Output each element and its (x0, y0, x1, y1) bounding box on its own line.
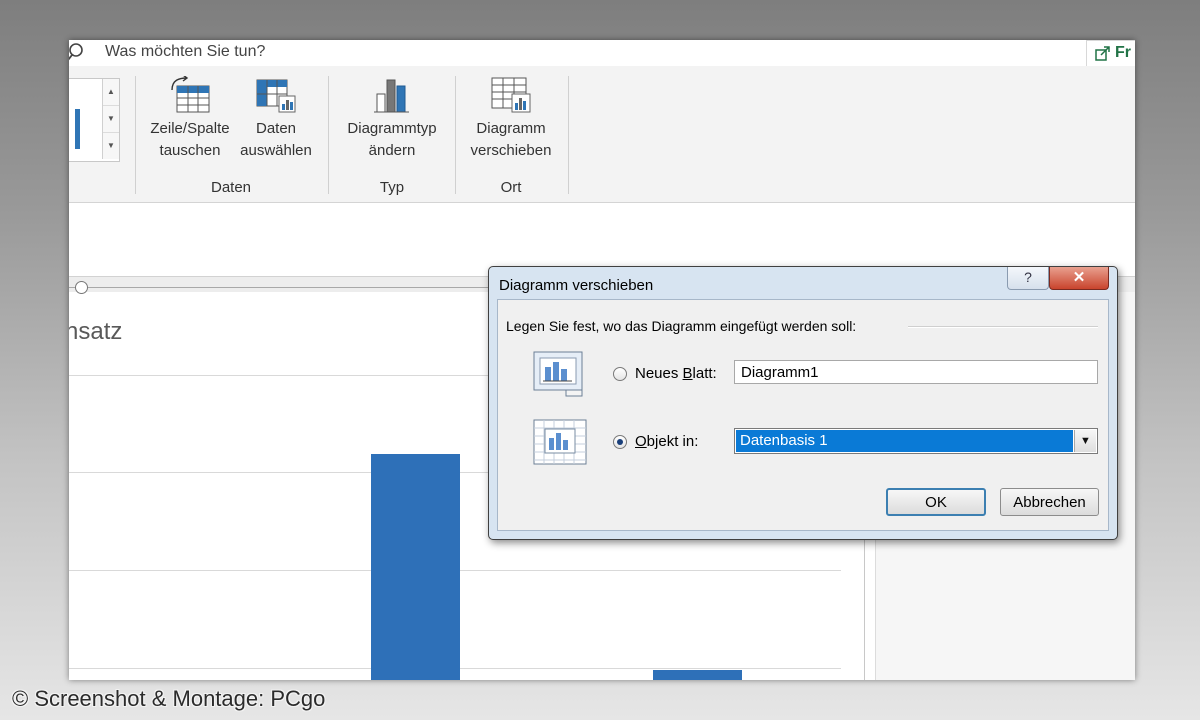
gallery-up-icon[interactable]: ▲ (103, 79, 119, 106)
object-in-selected-value: Datenbasis 1 (736, 430, 1073, 452)
copyright-watermark: © Screenshot & Montage: PCgo (12, 686, 326, 711)
switch-row-column-label-2: tauschen (159, 142, 221, 159)
group-label-type: Typ (379, 179, 405, 196)
ribbon-separator (568, 76, 569, 194)
gallery-down-icon[interactable]: ▼ (103, 106, 119, 133)
new-sheet-radio[interactable] (613, 367, 627, 381)
tell-me-input[interactable]: Was möchten Sie tun? (105, 43, 265, 61)
chart-bar[interactable] (653, 670, 742, 680)
chart-title[interactable]: nsatz (69, 318, 122, 346)
change-chart-type-icon (374, 79, 409, 113)
select-data-icon (256, 79, 296, 113)
select-data-button[interactable]: Daten auswählen (235, 76, 317, 162)
object-in-label: Objekt in: (635, 433, 699, 450)
switch-row-column-icon (171, 76, 210, 113)
move-chart-button[interactable]: Diagramm verschieben (461, 76, 561, 162)
new-sheet-name-input[interactable]: Diagramm1 (734, 360, 1098, 384)
close-button[interactable]: ✕ (1049, 267, 1109, 290)
ribbon: ▲ ▼ ▼ Zeile/Spalte tauschen Daten auswäh… (69, 66, 1135, 203)
embedded-object-icon (533, 419, 587, 465)
separator (908, 326, 1098, 328)
style-preview (75, 109, 80, 149)
ribbon-separator (135, 76, 136, 194)
tell-me-bar[interactable]: Was möchten Sie tun? Fr (69, 40, 1135, 68)
dialog-title: Diagramm verschieben (499, 277, 654, 294)
chart-styles-gallery[interactable]: ▲ ▼ ▼ (69, 78, 120, 162)
resize-handle[interactable] (75, 281, 88, 294)
change-chart-type-label-1: Diagrammtyp (347, 120, 437, 137)
search-icon (69, 43, 83, 61)
change-chart-type-button[interactable]: Diagrammtyp ändern (335, 76, 449, 162)
object-in-dropdown[interactable]: Datenbasis 1 ▼ (734, 428, 1098, 454)
move-chart-label-1: Diagramm (476, 120, 546, 137)
share-label: Fr (1115, 44, 1131, 61)
ok-button[interactable]: OK (886, 488, 986, 516)
new-sheet-icon (533, 351, 583, 397)
new-sheet-label: Neues Blatt: (635, 365, 717, 382)
move-chart-label-2: verschieben (470, 142, 552, 159)
share-button[interactable]: Fr (1086, 40, 1135, 68)
dialog-prompt: Legen Sie fest, wo das Diagramm eingefüg… (506, 318, 857, 334)
gallery-more-icon[interactable]: ▼ (103, 133, 119, 159)
chart-bar[interactable] (371, 454, 460, 680)
ribbon-separator (455, 76, 456, 194)
gallery-scroll[interactable]: ▲ ▼ ▼ (102, 79, 119, 159)
ribbon-separator (328, 76, 329, 194)
group-label-data: Daten (210, 179, 252, 196)
dialog-body: Legen Sie fest, wo das Diagramm eingefüg… (497, 299, 1109, 531)
object-in-radio[interactable] (613, 435, 627, 449)
change-chart-type-label-2: ändern (368, 142, 416, 159)
cancel-button[interactable]: Abbrechen (1000, 488, 1099, 516)
help-button[interactable]: ? (1007, 267, 1049, 290)
select-data-label-1: Daten (255, 120, 297, 137)
switch-row-column-label-1: Zeile/Spalte (150, 120, 230, 137)
move-chart-icon (491, 77, 531, 113)
dropdown-arrow-icon[interactable]: ▼ (1074, 430, 1096, 452)
move-chart-dialog: Diagramm verschieben ? ✕ Legen Sie fest,… (488, 266, 1118, 540)
switch-row-column-button[interactable]: Zeile/Spalte tauschen (145, 76, 235, 162)
select-data-label-2: auswählen (240, 142, 312, 159)
group-label-location: Ort (500, 179, 522, 196)
share-icon (1095, 46, 1110, 61)
